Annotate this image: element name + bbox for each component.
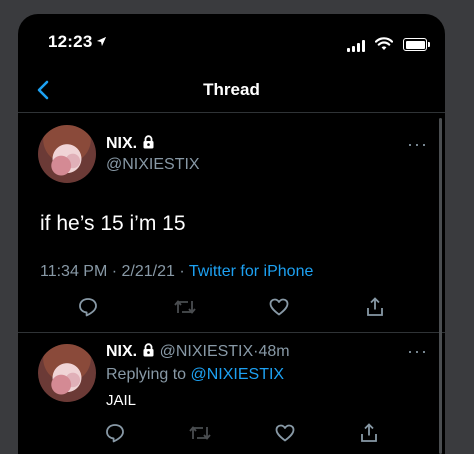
reply-author-name[interactable]: NIX. (106, 343, 137, 360)
avatar[interactable] (38, 125, 96, 183)
reply-icon[interactable] (104, 422, 126, 444)
replying-handle-link[interactable]: @NIXIESTIX (191, 366, 285, 383)
meta-separator: · (179, 263, 185, 280)
clock: 12:23 (48, 32, 93, 51)
replying-prefix: Replying to (106, 366, 187, 383)
tweet-actions (18, 296, 445, 326)
signal-icon (347, 40, 367, 52)
share-icon[interactable] (358, 422, 380, 444)
lock-icon (142, 343, 155, 362)
reply-icon[interactable] (77, 296, 99, 318)
reply-header: NIX. @NIXIESTIX·48m (106, 343, 290, 362)
like-icon[interactable] (268, 296, 290, 318)
reply-author-handle[interactable]: @NIXIESTIX (160, 343, 254, 360)
author-name-label: NIX. (106, 135, 138, 152)
reply-actions (18, 422, 445, 452)
reply-age: 48m (258, 343, 290, 360)
replying-to: Replying to @NIXIESTIX (106, 366, 284, 384)
retweet-icon[interactable] (173, 296, 196, 318)
reply-more-icon[interactable]: ··· (407, 341, 428, 362)
author-name[interactable]: NIX. (106, 135, 155, 154)
like-icon[interactable] (274, 422, 296, 444)
share-icon[interactable] (364, 296, 386, 318)
lock-icon (142, 135, 155, 154)
page-title: Thread (203, 80, 260, 99)
location-arrow-icon (96, 32, 107, 52)
retweet-icon[interactable] (188, 422, 211, 444)
reply-avatar[interactable] (38, 344, 96, 402)
tweet-meta: 11:34 PM · 2/21/21 · Twitter for iPhone (40, 263, 313, 281)
scrollbar[interactable] (439, 118, 442, 454)
status-time: 12:23 (48, 32, 107, 52)
battery-icon (403, 38, 430, 51)
status-bar: 12:23 (18, 14, 445, 72)
wifi-icon (374, 37, 394, 56)
meta-separator: · (111, 263, 118, 280)
reply-text: JAIL (106, 392, 137, 409)
divider (18, 332, 445, 333)
phone-screen: 12:23 Thread NIX. @NIXIESTIX ··· if he’s… (18, 14, 445, 454)
nav-bar: Thread (18, 72, 445, 113)
tweet-text: if he’s 15 i’m 15 (40, 212, 186, 235)
author-handle[interactable]: @NIXIESTIX (106, 156, 200, 174)
tweet-source-link[interactable]: Twitter for iPhone (189, 263, 314, 280)
more-icon[interactable]: ··· (407, 134, 428, 155)
tweet-time: 11:34 PM (40, 263, 108, 280)
tweet-date: 2/21/21 (121, 263, 175, 280)
